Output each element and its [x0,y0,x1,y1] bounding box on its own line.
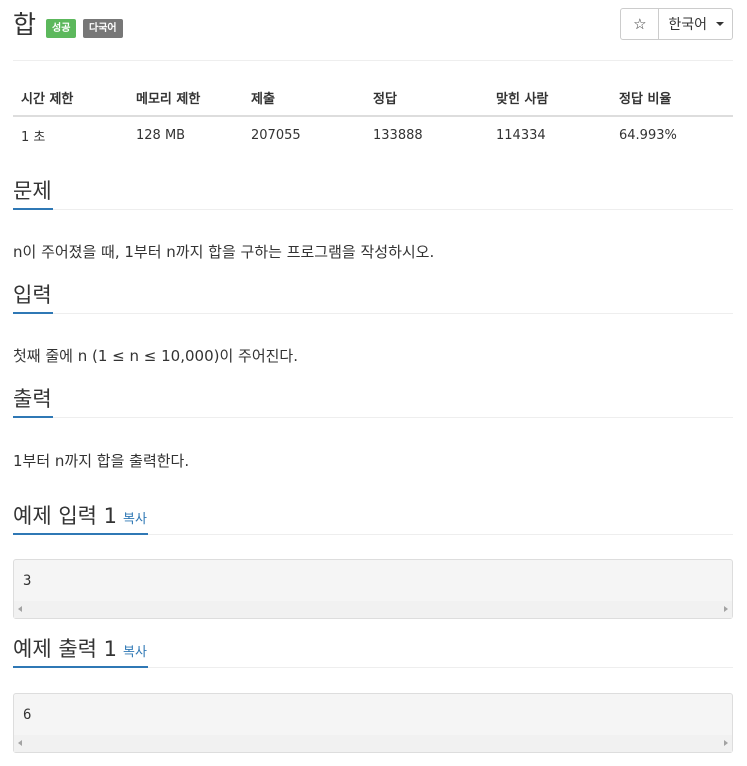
horizontal-scrollbar[interactable] [14,735,732,752]
input-description: 첫째 줄에 n (1 ≤ n ≤ 10,000)이 주어진다. [13,347,298,365]
submissions-value: 207055 [251,127,301,143]
favorite-button[interactable]: ☆ [621,9,660,39]
sample-output-heading-label: 예제 출력 1 복사 [13,636,148,668]
sample-input-box: 3 [13,559,733,619]
accept-ratio-value: 64.993% [619,127,677,143]
problem-section-heading: 문제 [13,178,733,210]
input-section-heading: 입력 [13,282,733,314]
sample-input-heading-label: 예제 입력 1 복사 [13,503,148,535]
copy-sample-input-button[interactable]: 복사 [123,512,147,527]
sample-input-title: 예제 입력 1 [13,504,117,528]
problem-heading-label: 문제 [13,178,53,210]
problem-title: 합 [13,10,37,39]
language-select-label: 한국어 [668,17,707,33]
limits-value-row: 1 초 128 MB 207055 133888 114334 64.993% [13,116,733,153]
language-dropdown[interactable]: 한국어 [659,9,732,39]
copy-sample-output-button[interactable]: 복사 [123,645,147,660]
header-divider [13,60,733,61]
column-header-submissions: 제출 [243,80,365,117]
problem-description: n이 주어졌을 때, 1부터 n까지 합을 구하는 프로그램을 작성하시오. [13,243,435,261]
column-header-accept-ratio: 정답 비율 [611,80,733,117]
accepted-value: 133888 [373,127,423,143]
scroll-right-arrow-icon[interactable] [724,740,728,746]
scroll-right-arrow-icon[interactable] [724,606,728,612]
output-description: 1부터 n까지 합을 출력한다. [13,452,190,470]
input-heading-label: 입력 [13,282,53,314]
sample-output-value: 6 [23,707,32,723]
star-icon: ☆ [633,15,647,33]
column-header-memory-limit: 메모리 제한 [128,80,243,117]
status-badge-success: 성공 [46,19,77,38]
scroll-left-arrow-icon[interactable] [18,606,22,612]
header-button-group: ☆ 한국어 [620,8,733,40]
scroll-left-arrow-icon[interactable] [18,740,22,746]
horizontal-scrollbar[interactable] [14,601,732,618]
sample-input-value: 3 [23,573,32,589]
limits-header-row: 시간 제한 메모리 제한 제출 정답 맞힌 사람 정답 비율 [13,80,733,117]
memory-limit-value: 128 MB [136,127,186,143]
sample-input-heading: 예제 입력 1 복사 [13,503,733,535]
column-header-time-limit: 시간 제한 [13,80,128,117]
time-limit-value: 1 초 [21,129,46,145]
sample-output-title: 예제 출력 1 [13,637,117,661]
problem-header: 합 성공 다국어 ☆ 한국어 [13,8,733,58]
status-badge-multilingual: 다국어 [83,19,123,38]
output-heading-label: 출력 [13,386,53,418]
column-header-solved-users: 맞힌 사람 [488,80,611,117]
caret-down-icon [716,22,724,26]
sample-output-heading: 예제 출력 1 복사 [13,636,733,668]
sample-output-box: 6 [13,693,733,753]
column-header-accepted: 정답 [365,80,488,117]
output-section-heading: 출력 [13,386,733,418]
solved-users-value: 114334 [496,127,546,143]
limits-table: 시간 제한 메모리 제한 제출 정답 맞힌 사람 정답 비율 1 초 128 M… [13,80,733,153]
